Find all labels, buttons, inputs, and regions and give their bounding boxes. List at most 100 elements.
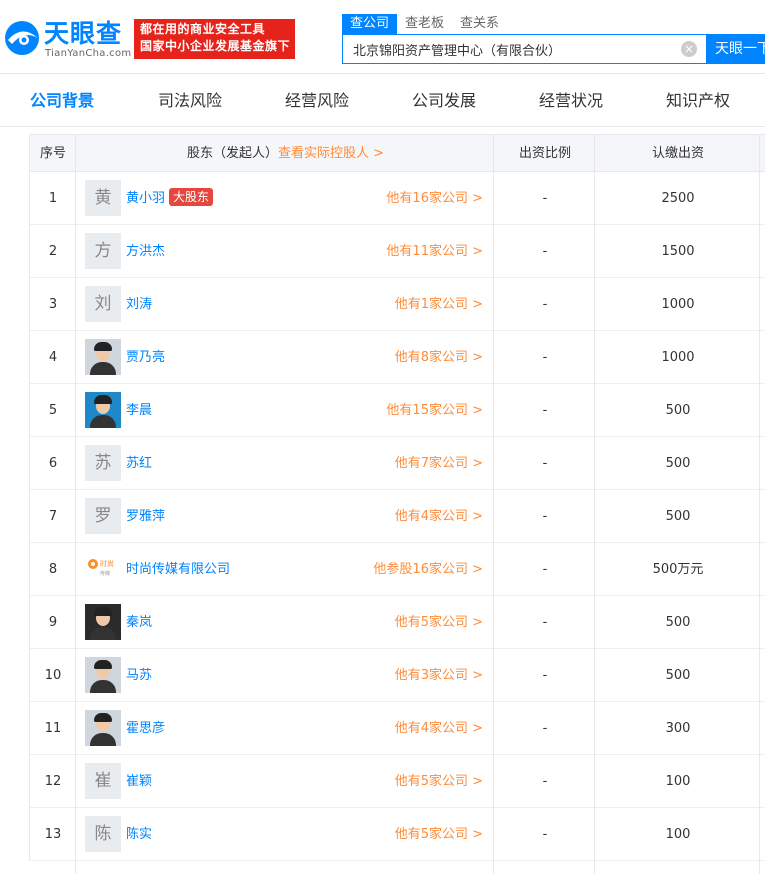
section-nav: 公司背景 司法风险 经营风险 公司发展 经营状况 知识产权 [0,75,765,127]
contribution-ratio: - [542,668,548,683]
slogan-banner: 都在用的商业安全工具 国家中小企业发展基金旗下 [134,19,295,59]
shareholder-name[interactable]: 方洪杰 [126,244,165,259]
avatar[interactable] [85,339,121,375]
view-controller-link[interactable]: 查看实际控股人 > [278,146,384,161]
shareholder-name-link[interactable]: 黄小羽 大股东 [126,172,214,225]
brand-domain: TianYanCha.com [45,48,132,59]
shareholder-name[interactable]: 刘涛 [126,297,152,312]
shareholder-name-link[interactable]: 崔颖 [126,755,152,808]
shareholder-name[interactable]: 崔颖 [126,774,152,789]
avatar[interactable] [85,657,121,693]
related-companies-link[interactable]: 他有5家公司 > [395,808,483,861]
search-box: × [342,34,707,64]
contribution-ratio: - [542,509,548,524]
nav-intellectual-property[interactable]: 知识产权 [666,75,730,127]
nav-company-background[interactable]: 公司背景 [30,75,94,127]
row-index: 1 [48,191,58,206]
shareholder-name-link[interactable]: 刘涛 [126,278,152,331]
avatar[interactable]: 黄 [85,180,121,216]
related-companies-link[interactable]: 他参股16家公司 > [373,543,483,596]
avatar[interactable] [85,392,121,428]
nav-judicial-risk[interactable]: 司法风险 [158,75,222,127]
related-companies-link[interactable]: 他有5家公司 > [395,596,483,649]
shareholder-name-link[interactable]: 贾乃亮 [126,331,165,384]
avatar[interactable] [85,710,121,746]
shareholder-name[interactable]: 贾乃亮 [126,350,165,365]
shareholder-name[interactable]: 秦岚 [126,615,152,630]
subscribed-amount: 100 [665,774,691,789]
table-header: 序号 股东（发起人）查看实际控股人 > 出资比例 认缴出资 [29,134,765,172]
avatar[interactable]: 苏 [85,445,121,481]
subscribed-amount: 1000 [661,297,695,312]
shareholder-name-link[interactable]: 罗雅萍 [126,490,165,543]
contribution-ratio: - [542,615,548,630]
clear-icon[interactable]: × [681,41,697,57]
related-companies-link[interactable]: 他有3家公司 > [395,649,483,702]
column-divider [75,134,76,874]
subscribed-amount: 1500 [661,244,695,259]
row-index: 7 [48,509,58,524]
shareholder-name[interactable]: 霍思彦 [126,721,165,736]
row-index: 6 [48,456,58,471]
table-row: 6 苏苏红 他有7家公司 > - 500 [29,437,765,490]
search-input[interactable] [343,35,673,63]
contribution-ratio: - [542,191,548,206]
related-companies-link[interactable]: 他有1家公司 > [395,278,483,331]
subscribed-amount: 500 [665,509,691,524]
shareholder-name[interactable]: 罗雅萍 [126,509,165,524]
contribution-ratio: - [542,827,548,842]
related-companies-link[interactable]: 他有4家公司 > [395,490,483,543]
table-row: 10 马苏 他有3家公司 > - 500 [29,649,765,702]
avatar[interactable]: 罗 [85,498,121,534]
avatar[interactable]: 崔 [85,763,121,799]
subscribed-amount: 500万元 [652,562,704,577]
avatar[interactable] [85,604,121,640]
avatar[interactable]: 时尚 传媒 [85,551,121,587]
avatar[interactable]: 方 [85,233,121,269]
related-companies-link[interactable]: 他有11家公司 > [386,225,483,278]
shareholder-name-link[interactable]: 时尚传媒有限公司 [126,543,230,596]
shareholder-name[interactable]: 时尚传媒有限公司 [126,562,230,577]
shareholder-name-link[interactable]: 陈实 [126,808,152,861]
tianyancha-logo[interactable]: 天眼查 TianYanCha.com [0,8,132,64]
slogan-line-1: 都在用的商业安全工具 [140,22,266,36]
nav-business-status[interactable]: 经营状况 [539,75,603,127]
table-row: 3 刘刘涛 他有1家公司 > - 1000 [29,278,765,331]
table-row: 5 李晨 他有15家公司 > - 500 [29,384,765,437]
related-companies-link[interactable]: 他有15家公司 > [386,384,483,437]
shareholder-name-link[interactable]: 马苏 [126,649,152,702]
subscribed-amount: 100 [665,827,691,842]
shareholder-name-link[interactable]: 秦岚 [126,596,152,649]
shareholder-name[interactable]: 李晨 [126,403,152,418]
tab-search-relation[interactable]: 查关系 [452,14,507,34]
column-divider [594,134,595,874]
shareholder-name-link[interactable]: 霍思彦 [126,702,165,755]
search-button[interactable]: 天眼一下 [707,34,765,64]
related-companies-link[interactable]: 他有7家公司 > [395,437,483,490]
shareholder-name-link[interactable]: 苏红 [126,437,152,490]
related-companies-link[interactable]: 他有8家公司 > [395,331,483,384]
row-index: 11 [44,721,62,736]
nav-business-risk[interactable]: 经营风险 [285,75,349,127]
shareholder-name[interactable]: 黄小羽 [126,191,165,206]
table-row: 11 霍思彦 他有4家公司 > - 300 [29,702,765,755]
column-divider [493,134,494,874]
shareholder-name[interactable]: 马苏 [126,668,152,683]
contribution-ratio: - [542,244,548,259]
shareholder-name-link[interactable]: 方洪杰 [126,225,165,278]
table-row: 7 罗罗雅萍 他有4家公司 > - 500 [29,490,765,543]
shareholder-name[interactable]: 陈实 [126,827,152,842]
related-companies-link[interactable]: 他有16家公司 > [386,172,483,225]
nav-company-development[interactable]: 公司发展 [412,75,476,127]
related-companies-link[interactable]: 他有4家公司 > [395,702,483,755]
table-row: 12 崔崔颖 他有5家公司 > - 100 [29,755,765,808]
tab-search-boss[interactable]: 查老板 [397,14,452,34]
avatar[interactable]: 刘 [85,286,121,322]
shareholder-name-link[interactable]: 李晨 [126,384,152,437]
contribution-ratio: - [542,774,548,789]
avatar[interactable]: 陈 [85,816,121,852]
related-companies-link[interactable]: 他有5家公司 > [395,755,483,808]
tab-search-company[interactable]: 查公司 [342,14,398,34]
table-row: 8 时尚 传媒 时尚传媒有限公司 他参股16家公司 > - 500万元 [29,543,765,596]
shareholder-name[interactable]: 苏红 [126,456,152,471]
